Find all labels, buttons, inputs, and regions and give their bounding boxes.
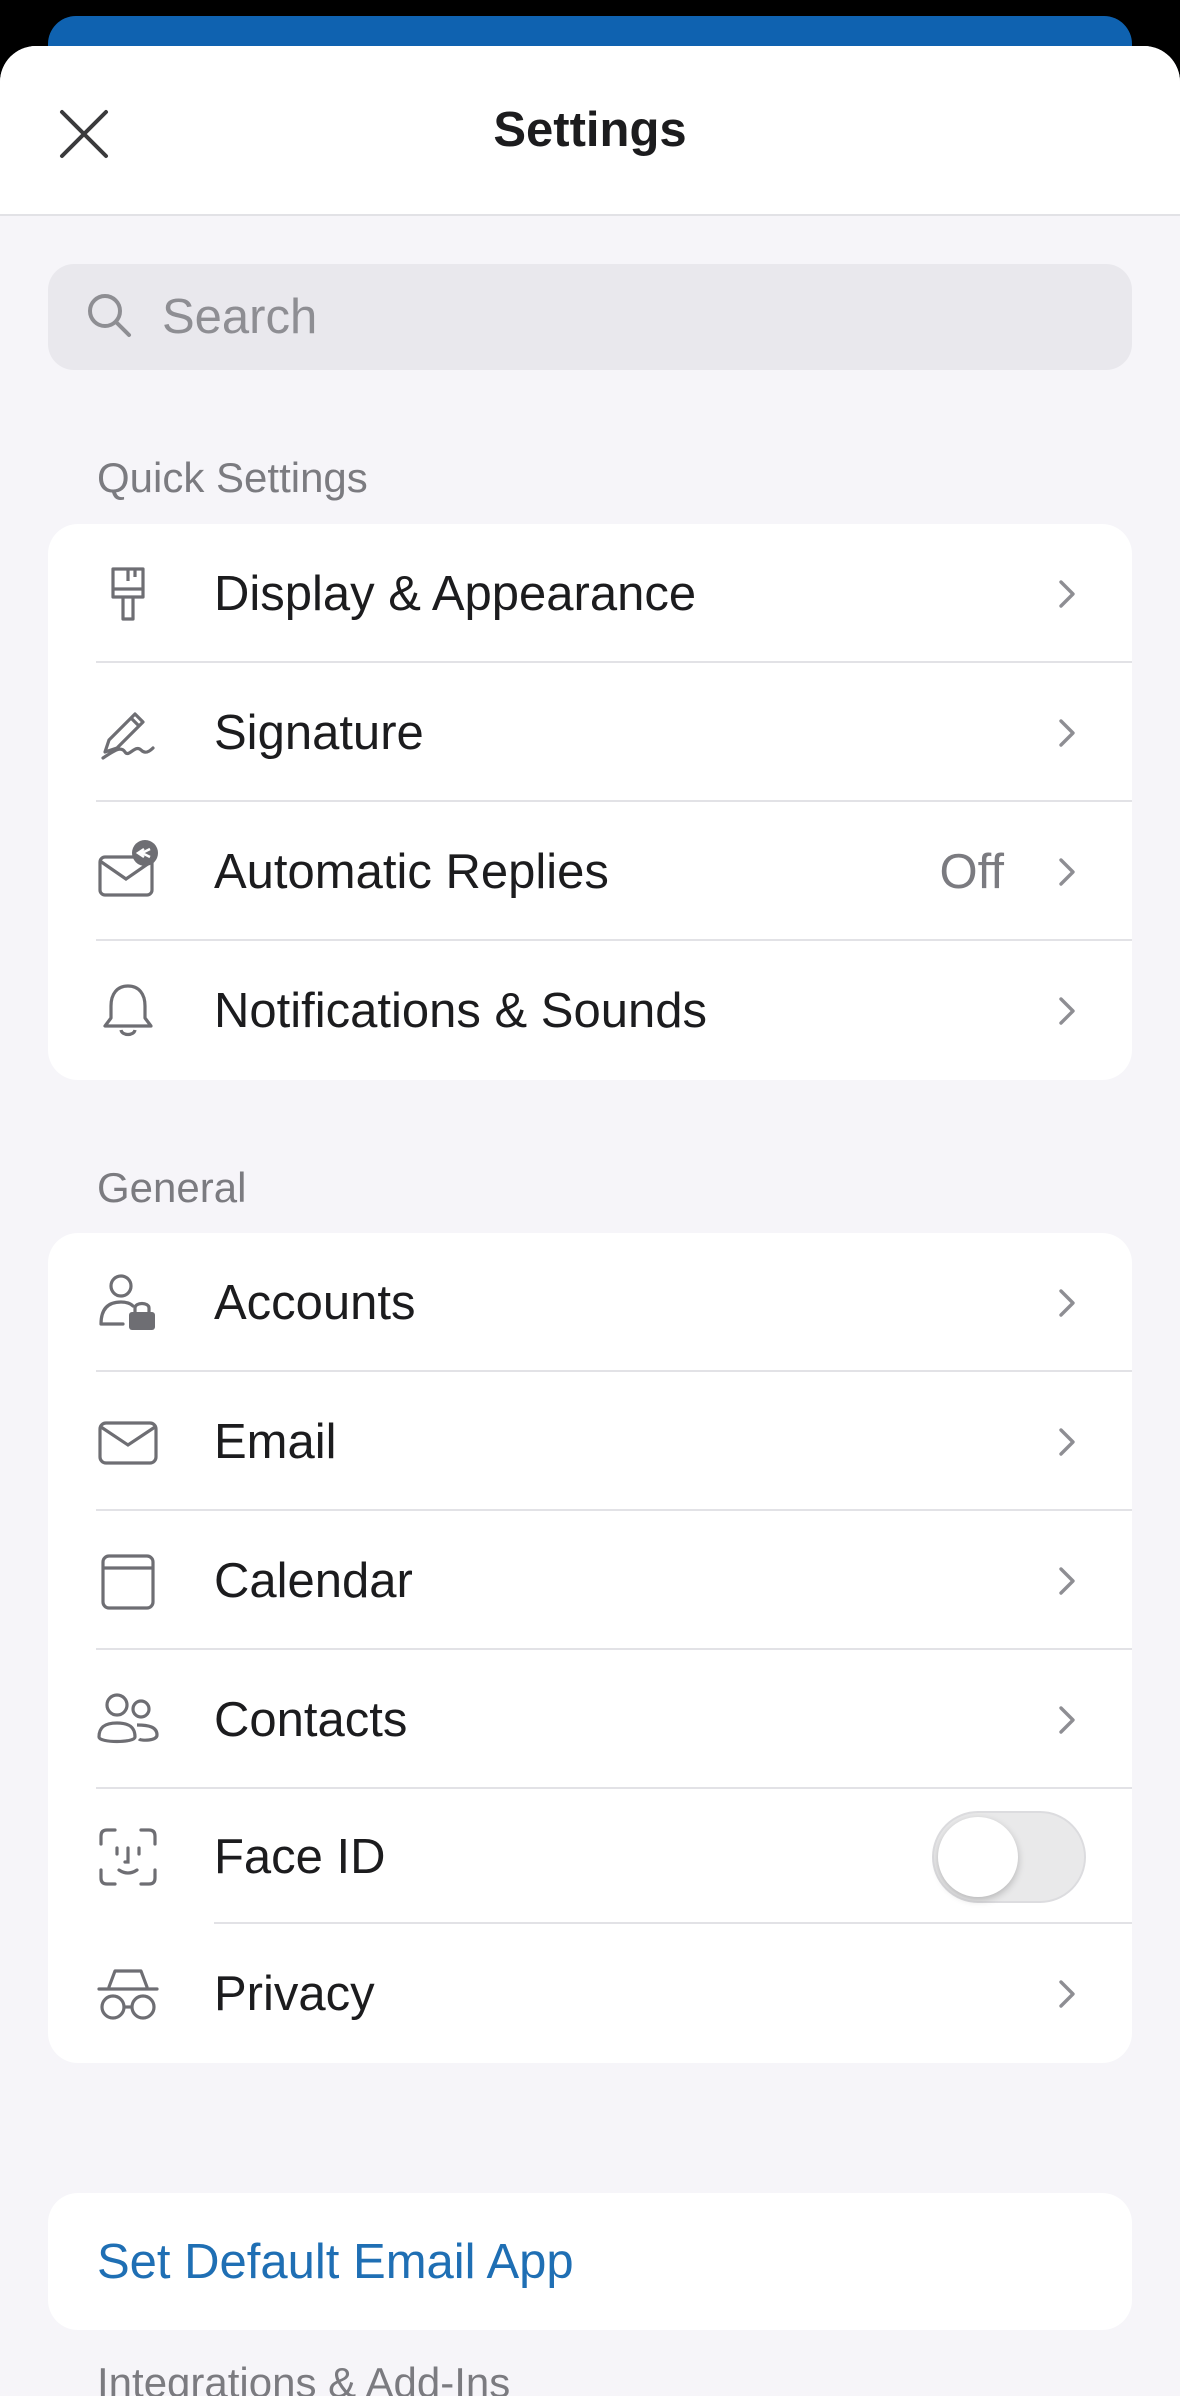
chevron-right-icon bbox=[1052, 574, 1082, 614]
chevron-right-icon bbox=[1052, 1283, 1082, 1323]
row-label: Automatic Replies bbox=[214, 844, 609, 899]
chevron-right-icon bbox=[1052, 713, 1082, 753]
row-signature[interactable]: Signature bbox=[48, 663, 1132, 802]
row-privacy[interactable]: Privacy bbox=[48, 1924, 1132, 2063]
quick-settings-group: Display & Appearance Signature Automatic… bbox=[48, 524, 1132, 1080]
face-id-toggle[interactable] bbox=[932, 1810, 1086, 1903]
chevron-right-icon bbox=[1052, 1422, 1082, 1462]
row-label: Face ID bbox=[214, 1829, 386, 1884]
face-id-icon bbox=[94, 1823, 162, 1891]
bell-icon bbox=[94, 977, 162, 1045]
set-default-email-app-link[interactable]: Set Default Email App bbox=[97, 2234, 574, 2290]
row-label: Accounts bbox=[214, 1275, 416, 1330]
row-notifications-sounds[interactable]: Notifications & Sounds bbox=[48, 941, 1132, 1080]
page-title: Settings bbox=[493, 103, 687, 157]
signature-pen-icon bbox=[94, 699, 162, 767]
row-label: Privacy bbox=[214, 1966, 375, 2021]
row-calendar[interactable]: Calendar bbox=[48, 1511, 1132, 1650]
row-display-appearance[interactable]: Display & Appearance bbox=[48, 524, 1132, 663]
row-label: Display & Appearance bbox=[214, 566, 697, 621]
search-bar[interactable] bbox=[48, 264, 1132, 370]
chevron-right-icon bbox=[1052, 1700, 1082, 1740]
nav-bar: Settings bbox=[0, 46, 1180, 216]
search-icon bbox=[84, 290, 134, 345]
row-label: Notifications & Sounds bbox=[214, 983, 707, 1038]
toggle-knob bbox=[938, 1816, 1018, 1897]
chevron-right-icon bbox=[1052, 1561, 1082, 1601]
chevron-right-icon bbox=[1052, 852, 1082, 892]
contacts-icon bbox=[94, 1686, 162, 1754]
settings-sheet: Settings Quick Settings Display & Appear… bbox=[0, 46, 1180, 2396]
chevron-right-icon bbox=[1052, 991, 1082, 1031]
envelope-icon bbox=[94, 1408, 162, 1476]
row-contacts[interactable]: Contacts bbox=[48, 1650, 1132, 1789]
row-label: Signature bbox=[214, 705, 424, 760]
section-label-integrations: Integrations & Add-Ins bbox=[97, 2359, 511, 2396]
row-label: Contacts bbox=[214, 1692, 408, 1747]
paintbrush-icon bbox=[94, 560, 162, 628]
person-lock-icon bbox=[94, 1269, 162, 1337]
row-automatic-replies[interactable]: Automatic Replies Off bbox=[48, 802, 1132, 941]
row-accounts[interactable]: Accounts bbox=[48, 1233, 1132, 1372]
row-label: Calendar bbox=[214, 1553, 413, 1608]
set-default-email-app-row: Set Default Email App bbox=[48, 2193, 1132, 2330]
row-email[interactable]: Email bbox=[48, 1372, 1132, 1511]
incognito-icon bbox=[94, 1960, 162, 2028]
section-label-general: General bbox=[97, 1164, 247, 1211]
status-value: Off bbox=[939, 844, 1004, 899]
section-label-quick-settings: Quick Settings bbox=[97, 454, 368, 501]
chevron-right-icon bbox=[1052, 1974, 1082, 2014]
search-input[interactable] bbox=[162, 289, 1062, 345]
mail-auto-reply-icon bbox=[94, 838, 162, 906]
row-face-id: Face ID bbox=[48, 1789, 1132, 1924]
general-group: Accounts Email Calendar Contacts Face ID… bbox=[48, 1233, 1132, 2063]
calendar-icon bbox=[94, 1547, 162, 1615]
row-label: Email bbox=[214, 1414, 337, 1469]
